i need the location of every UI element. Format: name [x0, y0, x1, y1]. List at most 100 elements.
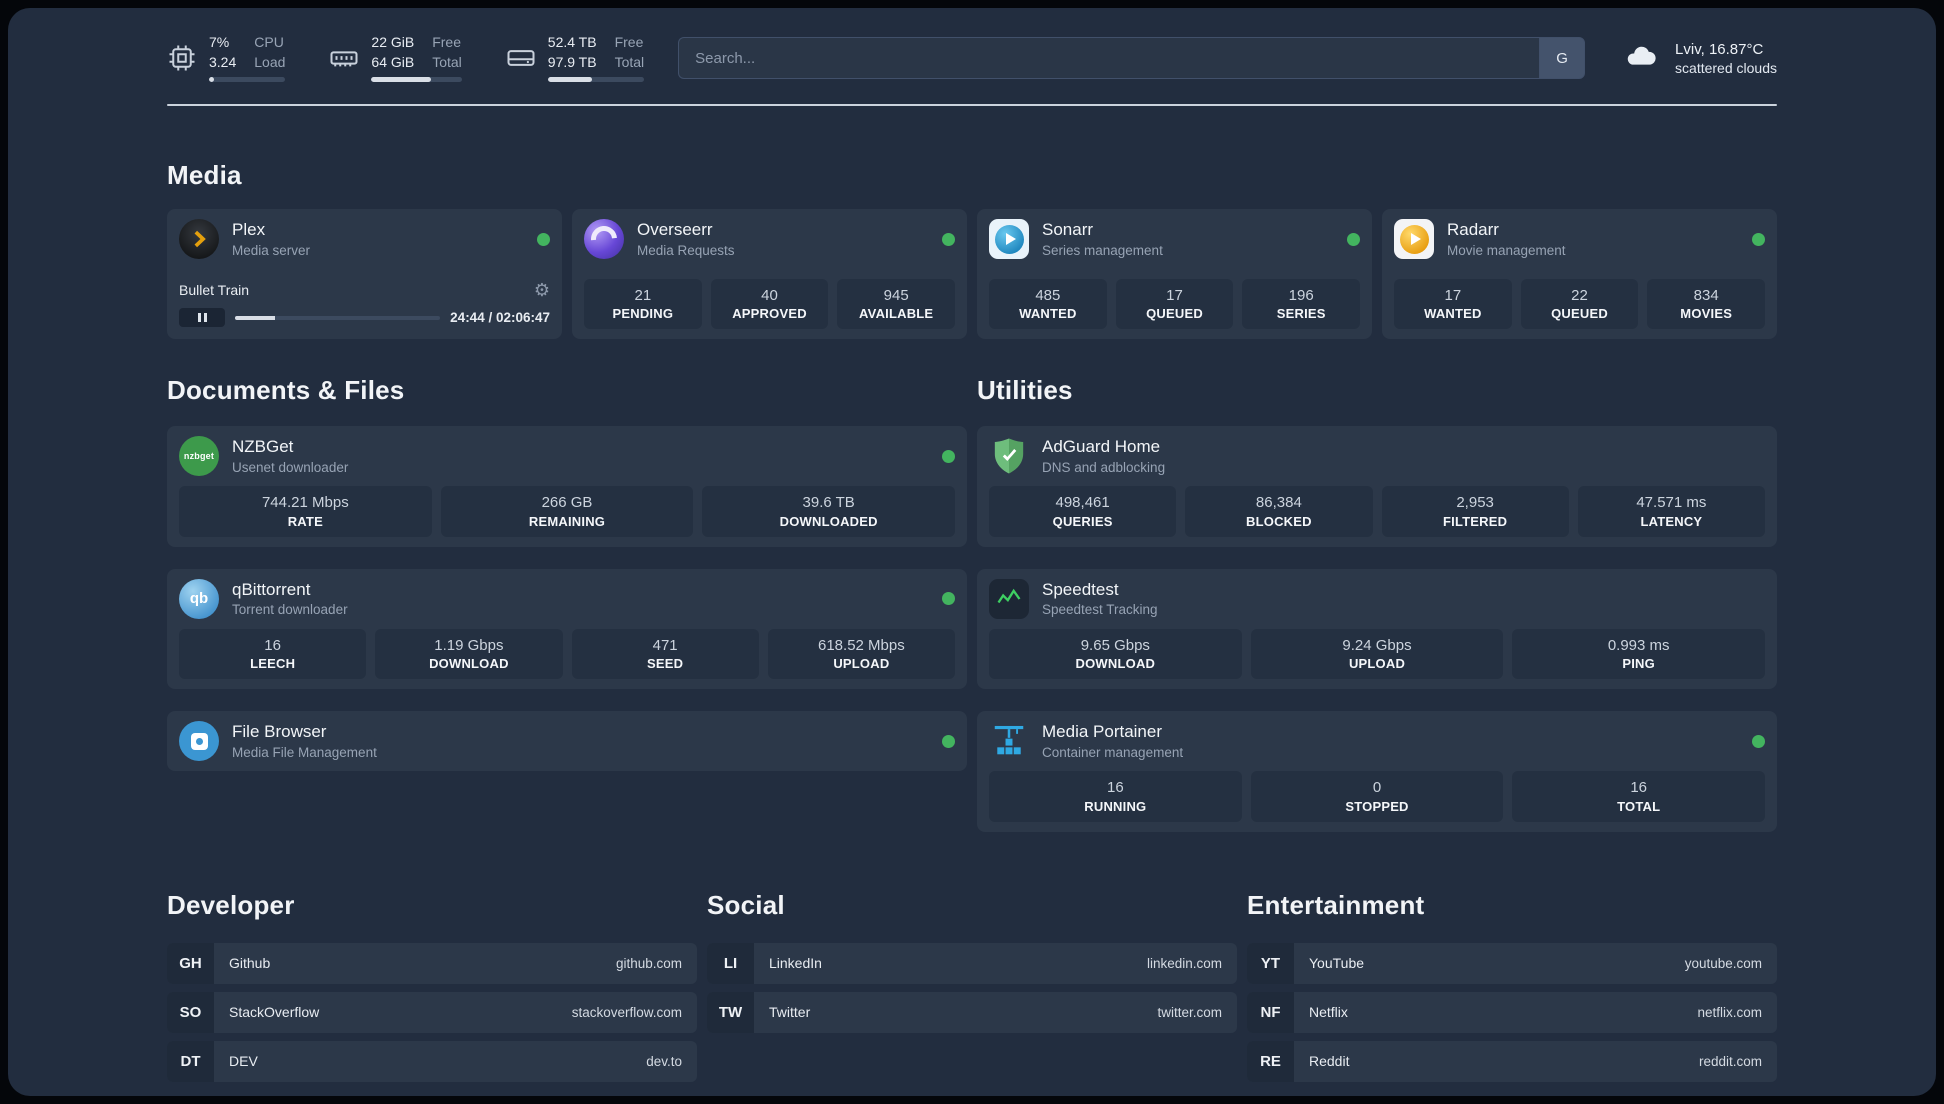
pause-button[interactable]: [179, 308, 225, 327]
bookmark-icon: GH: [167, 942, 214, 984]
section-title-entertainment: Entertainment: [1247, 889, 1425, 920]
bookmarks-developer: Developer GH Github github.com SO StackO…: [167, 890, 697, 1090]
stat-movies: 834 MOVIES: [1647, 278, 1766, 329]
now-playing-widget: Bullet Train ⚙ 24:44 / 02:06:47: [179, 281, 550, 329]
disk-monitor: 52.4 TB 97.9 TB Free Total: [506, 34, 645, 82]
app-name: Radarr: [1447, 220, 1499, 240]
stat-downloaded: 39.6 TB DOWNLOADED: [702, 486, 956, 537]
app-subtitle: Media Requests: [637, 242, 735, 258]
sonarr-icon: [989, 219, 1029, 259]
section-title-social: Social: [707, 889, 785, 920]
cpu-icon: [167, 43, 197, 73]
status-dot: [942, 449, 955, 463]
disk-total-value: 97.9 TB: [547, 53, 597, 70]
section-title-documents: Documents & Files: [167, 375, 405, 405]
status-dot: [942, 734, 955, 748]
app-name: AdGuard Home: [1042, 437, 1161, 457]
app-card-speedtest[interactable]: Speedtest Speedtest Tracking 9.65 Gbps D…: [977, 568, 1777, 689]
memory-free-value: 22 GiB: [371, 34, 415, 50]
stat-rate: 744.21 Mbps RATE: [179, 486, 432, 537]
memory-total-value: 64 GiB: [371, 53, 415, 70]
portainer-icon: [989, 721, 1029, 761]
memory-usage-bar: [371, 77, 462, 82]
stat-remaining: 266 GB REMAINING: [440, 486, 694, 537]
app-card-portainer[interactable]: Media Portainer Container management 16 …: [977, 711, 1777, 832]
bookmark-dev[interactable]: DT DEV dev.to: [167, 1040, 697, 1082]
app-subtitle: Usenet downloader: [232, 459, 349, 475]
app-subtitle: Media server: [232, 242, 311, 258]
now-playing-title: Bullet Train: [179, 282, 250, 298]
bookmark-linkedin[interactable]: LI LinkedIn linkedin.com: [707, 942, 1237, 984]
seek-bar[interactable]: [235, 315, 441, 320]
bookmark-twitter[interactable]: TW Twitter twitter.com: [707, 991, 1237, 1033]
bookmark-icon: SO: [167, 991, 214, 1033]
utilities-column: Utilities AdGuard Home DNS and adblockin…: [977, 375, 1777, 832]
search-input[interactable]: [678, 37, 1540, 79]
app-name: Plex: [232, 220, 266, 240]
app-subtitle: Movie management: [1447, 242, 1566, 258]
stat-available: 945 AVAILABLE: [837, 278, 956, 329]
app-card-plex[interactable]: Plex Media server Bullet Train ⚙ 24:44 /…: [167, 209, 562, 339]
app-name: Speedtest: [1042, 579, 1119, 599]
app-subtitle: DNS and adblocking: [1042, 459, 1166, 475]
bookmark-icon: LI: [707, 942, 754, 984]
app-subtitle: Container management: [1042, 744, 1184, 760]
bookmark-github[interactable]: GH Github github.com: [167, 942, 697, 984]
disk-usage-bar: [547, 77, 645, 82]
bookmarks-area: Developer GH Github github.com SO StackO…: [167, 890, 1777, 1090]
disk-free-label: Free: [614, 34, 644, 50]
stat-leech: 16 LEECH: [179, 628, 367, 679]
app-card-nzbget[interactable]: nzbget NZBGet Usenet downloader 744.21 M…: [167, 426, 967, 547]
stat-wanted: 485 WANTED: [989, 278, 1107, 329]
gear-icon[interactable]: ⚙: [534, 281, 550, 299]
stat-queued: 17 QUEUED: [1115, 278, 1234, 329]
cpu-usage-value: 7%: [209, 34, 230, 50]
plex-icon: [179, 219, 219, 259]
topbar: 7% 3.24 CPU Load 22 GiB 64 GiB Free Tota…: [167, 34, 1777, 82]
memory-free-label: Free: [432, 34, 462, 50]
app-card-qbittorrent[interactable]: qb qBittorrent Torrent downloader 16 LEE…: [167, 568, 967, 689]
bookmark-icon: DT: [167, 1040, 214, 1082]
bookmark-netflix[interactable]: NF Netflix netflix.com: [1247, 991, 1777, 1033]
bookmark-stackoverflow[interactable]: SO StackOverflow stackoverflow.com: [167, 991, 697, 1033]
app-name: NZBGet: [232, 437, 294, 457]
nzbget-icon: nzbget: [179, 436, 219, 476]
disk-total-label: Total: [614, 53, 645, 70]
hard-drive-icon: [506, 43, 536, 73]
status-dot: [1347, 232, 1360, 246]
app-name: Media Portainer: [1042, 722, 1163, 742]
stat-pending: 21 PENDING: [584, 278, 702, 329]
stat-running: 16 RUNNING: [989, 771, 1242, 822]
filebrowser-icon: [179, 721, 219, 761]
status-dot: [942, 232, 955, 246]
cloud-icon: [1619, 40, 1663, 77]
bookmark-youtube[interactable]: YT YouTube youtube.com: [1247, 942, 1777, 984]
stat-series: 196 SERIES: [1242, 278, 1361, 329]
stat-queued: 22 QUEUED: [1520, 278, 1639, 329]
status-dot: [1752, 734, 1765, 748]
app-card-filebrowser[interactable]: File Browser Media File Management: [167, 711, 967, 771]
bookmarks-social: Social LI LinkedIn linkedin.com TW Twitt…: [707, 890, 1237, 1041]
qbittorrent-icon: qb: [179, 578, 219, 619]
cpu-load-value: 3.24: [209, 53, 237, 70]
stat-blocked: 86,384 BLOCKED: [1185, 486, 1373, 537]
playback-time: 24:44 / 02:06:47: [450, 310, 550, 325]
bookmarks-entertainment: Entertainment YT YouTube youtube.com NF …: [1247, 890, 1777, 1090]
stat-filtered: 2,953 FILTERED: [1381, 486, 1569, 537]
app-name: Sonarr: [1042, 220, 1094, 240]
stat-queries: 498,461 QUERIES: [989, 486, 1177, 537]
stat-download: 9.65 Gbps DOWNLOAD: [989, 628, 1242, 679]
bookmark-reddit[interactable]: RE Reddit reddit.com: [1247, 1040, 1777, 1082]
app-subtitle: Speedtest Tracking: [1042, 602, 1158, 618]
cpu-load-label: Load: [254, 53, 286, 70]
app-card-radarr[interactable]: Radarr Movie management 17 WANTED 22 QUE…: [1382, 209, 1777, 339]
app-card-sonarr[interactable]: Sonarr Series management 485 WANTED 17 Q…: [977, 209, 1372, 339]
app-card-overseerr[interactable]: Overseerr Media Requests 21 PENDING 40 A…: [572, 209, 967, 339]
stat-wanted: 17 WANTED: [1394, 278, 1512, 329]
stat-total: 16 TOTAL: [1512, 771, 1766, 822]
section-title-developer: Developer: [167, 889, 295, 920]
bookmark-icon: NF: [1247, 991, 1294, 1033]
overseerr-icon: [584, 219, 624, 259]
search-engine-button[interactable]: G: [1539, 37, 1586, 79]
app-card-adguard[interactable]: AdGuard Home DNS and adblocking 498,461 …: [977, 426, 1777, 547]
